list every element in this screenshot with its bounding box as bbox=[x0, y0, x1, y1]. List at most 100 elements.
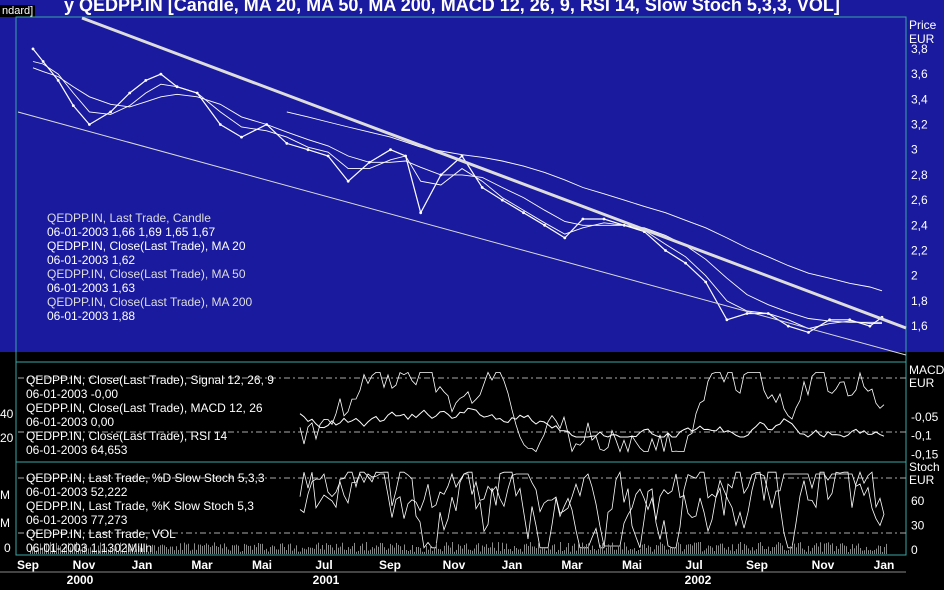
volume-bar bbox=[714, 551, 715, 554]
volume-bar bbox=[554, 544, 555, 554]
volume-bar bbox=[826, 543, 827, 554]
volume-bar bbox=[704, 550, 705, 554]
year-label: 2001 bbox=[313, 573, 340, 587]
volume-bar bbox=[734, 551, 735, 554]
volume-bar bbox=[468, 549, 469, 554]
candle-point bbox=[71, 104, 75, 107]
volume-bar bbox=[186, 544, 187, 554]
legend-vol-name: QEDPP.IN, Last Trade, VOL bbox=[26, 527, 176, 541]
volume-bar bbox=[762, 545, 763, 554]
volume-bar bbox=[710, 546, 711, 554]
price-tick-5: 2,6 bbox=[911, 193, 928, 207]
volume-bar bbox=[864, 550, 865, 554]
volume-bar bbox=[166, 547, 167, 554]
volume-bar bbox=[502, 542, 503, 554]
volume-bar bbox=[348, 547, 349, 554]
volume-bar bbox=[242, 551, 243, 554]
volume-bar bbox=[568, 543, 569, 554]
volume-bar bbox=[736, 549, 737, 554]
stoch-k-line bbox=[299, 470, 885, 549]
volume-bar bbox=[264, 550, 265, 554]
volume-bar bbox=[342, 542, 343, 554]
volume-bar bbox=[396, 542, 397, 554]
volume-bar bbox=[354, 542, 355, 554]
volume-bar bbox=[318, 542, 319, 554]
volume-bar bbox=[298, 551, 299, 554]
candle-point bbox=[419, 211, 423, 215]
volume-bar bbox=[648, 545, 649, 554]
volume-bar bbox=[726, 549, 727, 554]
volume-bar bbox=[790, 546, 791, 554]
volume-bar bbox=[576, 550, 577, 554]
volume-bar bbox=[644, 543, 645, 554]
volume-bar bbox=[450, 547, 451, 554]
legend-signal-name: QEDPP.IN, Close(Last Trade), Signal 12, … bbox=[26, 373, 274, 387]
volume-bar bbox=[158, 546, 159, 554]
volume-bar bbox=[802, 548, 803, 554]
volume-bar bbox=[610, 545, 611, 554]
volume-bar bbox=[570, 551, 571, 554]
candle-point bbox=[306, 148, 310, 152]
legend-signal-value: 06-01-2003 -0,00 bbox=[26, 387, 118, 401]
volume-bar bbox=[280, 543, 281, 554]
volume-bar bbox=[172, 546, 173, 554]
volume-bar bbox=[398, 544, 399, 554]
volume-bar bbox=[428, 549, 429, 554]
volume-bar bbox=[196, 549, 197, 554]
volume-bar bbox=[598, 549, 599, 554]
volume-bar bbox=[188, 543, 189, 554]
volume-bar bbox=[314, 548, 315, 554]
month-label: Sep bbox=[379, 558, 401, 572]
volume-bar bbox=[266, 548, 267, 554]
volume-bar bbox=[778, 542, 779, 554]
legend-ma20-value: 06-01-2003 1,62 bbox=[47, 253, 135, 267]
volume-bar bbox=[652, 551, 653, 554]
chart-canvas[interactable]: QEDPP.IN, Last Trade, Candle 06-01-2003 … bbox=[0, 0, 944, 590]
volume-bar bbox=[216, 546, 217, 554]
price-tick-4: 2,4 bbox=[911, 218, 928, 232]
stoch-d-line bbox=[299, 472, 885, 547]
volume-bar bbox=[654, 549, 655, 554]
volume-bar bbox=[500, 551, 501, 554]
price-axis-title: Price bbox=[909, 18, 937, 32]
volume-bar bbox=[878, 545, 879, 554]
volume-bar bbox=[744, 543, 745, 554]
volume-bar bbox=[476, 544, 477, 554]
volume-bar bbox=[324, 549, 325, 554]
volume-bar bbox=[880, 546, 881, 554]
volume-bar bbox=[296, 545, 297, 554]
volume-bar bbox=[658, 545, 659, 554]
vol-left-tick-1: M bbox=[0, 488, 10, 502]
volume-bar bbox=[684, 549, 685, 554]
volume-bar bbox=[434, 546, 435, 554]
volume-bar bbox=[752, 547, 753, 554]
volume-bar bbox=[176, 546, 177, 554]
volume-bar bbox=[292, 550, 293, 554]
volume-bar bbox=[228, 549, 229, 554]
candle-point bbox=[786, 324, 790, 328]
volume-bar bbox=[642, 544, 643, 554]
volume-bar bbox=[852, 544, 853, 554]
volume-bar bbox=[408, 551, 409, 554]
volume-bar bbox=[276, 549, 277, 554]
volume-bar bbox=[776, 544, 777, 554]
volume-bar bbox=[686, 544, 687, 554]
volume-bar bbox=[792, 545, 793, 554]
volume-bar bbox=[884, 547, 885, 554]
volume-bar bbox=[552, 545, 553, 554]
volume-bar bbox=[180, 543, 181, 554]
volume-bar bbox=[504, 549, 505, 554]
volume-bar bbox=[218, 547, 219, 554]
month-label: Mar bbox=[191, 558, 213, 572]
price-tick-8: 3,2 bbox=[911, 118, 928, 132]
volume-bar bbox=[198, 544, 199, 554]
volume-bar bbox=[494, 547, 495, 554]
legend-d-name: QEDPP.IN, Last Trade, %D Slow Stoch 5,3,… bbox=[26, 471, 265, 485]
volume-bar bbox=[362, 543, 363, 554]
legend-ma200-name: QEDPP.IN, Close(Last Trade), MA 200 bbox=[47, 295, 253, 309]
volume-bar bbox=[560, 542, 561, 554]
volume-bar bbox=[866, 546, 867, 554]
volume-bar bbox=[528, 545, 529, 554]
volume-bar bbox=[392, 545, 393, 554]
volume-bar bbox=[382, 543, 383, 554]
